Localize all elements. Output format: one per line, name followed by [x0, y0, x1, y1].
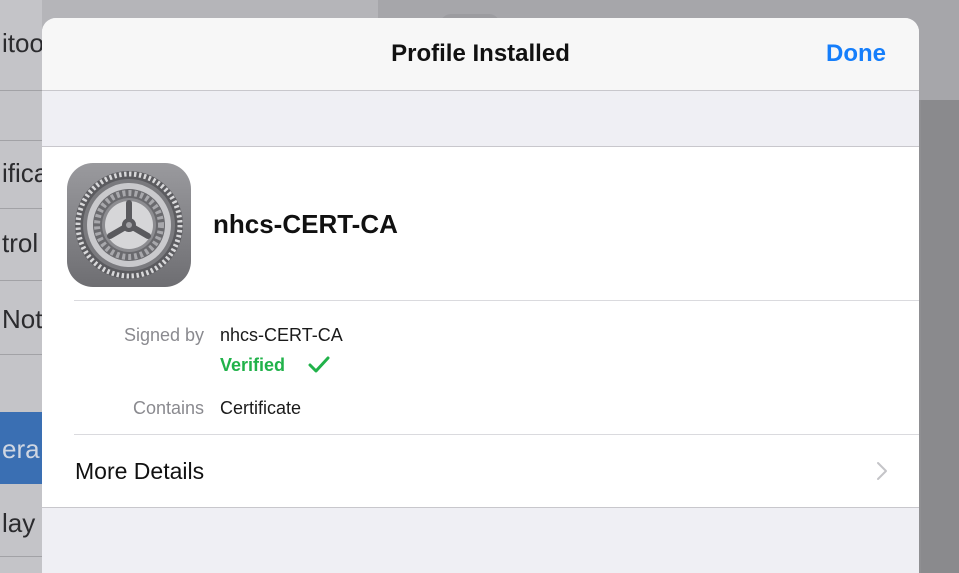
- signed-by-value: nhcs-CERT-CA: [220, 325, 343, 345]
- more-details-row[interactable]: More Details: [42, 435, 919, 505]
- background-row: Not: [0, 280, 42, 355]
- profile-installed-sheet: Profile Installed Done nhcs-CERT-CA Sign…: [42, 18, 919, 573]
- settings-gear-icon: [67, 163, 191, 287]
- chevron-right-icon: [877, 462, 887, 480]
- background-row: [0, 90, 42, 141]
- background-row: lay: [0, 484, 42, 557]
- background-row: itoo: [0, 0, 42, 91]
- checkmark-icon: [308, 356, 330, 373]
- profile-header: nhcs-CERT-CA: [42, 147, 919, 300]
- page-title: Profile Installed: [391, 40, 570, 67]
- profile-name: nhcs-CERT-CA: [213, 209, 398, 239]
- background-row: ifica: [0, 140, 42, 209]
- verified-status: Verified: [220, 355, 286, 375]
- divider: [74, 300, 919, 301]
- background-content-strip: [921, 100, 959, 573]
- contains-value: Certificate: [220, 398, 302, 418]
- background-sidebar-column: itoo ifica trol Not era lay: [0, 0, 42, 573]
- signed-by-label: Signed by: [123, 325, 204, 345]
- background-row: [0, 354, 42, 413]
- done-button[interactable]: Done: [826, 40, 886, 68]
- profile-group: nhcs-CERT-CA Signed by nhcs-CERT-CA Veri…: [42, 146, 919, 508]
- background-row-selected: era: [0, 412, 42, 484]
- background-row: trol: [0, 208, 42, 281]
- more-details-label: More Details: [75, 458, 205, 484]
- sheet-navbar: Profile Installed Done: [42, 18, 919, 91]
- contains-label: Contains: [132, 398, 204, 418]
